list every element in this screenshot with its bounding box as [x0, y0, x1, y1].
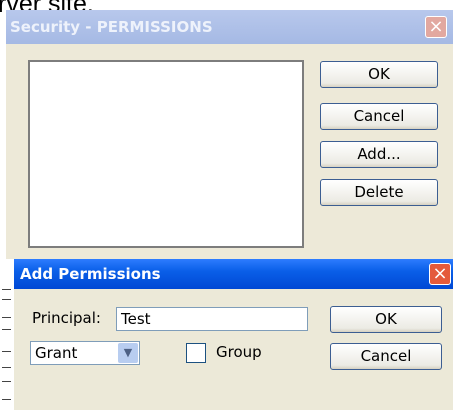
add-permissions-titlebar[interactable]: Add Permissions ×	[14, 259, 453, 289]
permissions-list[interactable]	[28, 60, 304, 248]
group-label: Group	[216, 343, 262, 361]
security-dialog-titlebar[interactable]: Security - PERMISSIONS ×	[6, 10, 453, 44]
background-window-edge	[0, 259, 14, 410]
add-permissions-dialog: Add Permissions × Principal: Test OK Gra…	[14, 259, 453, 410]
security-ok-button[interactable]: OK	[320, 61, 438, 88]
add-permissions-title: Add Permissions	[20, 265, 161, 283]
add-permissions-cancel-button[interactable]: Cancel	[330, 343, 442, 370]
grant-type-value: Grant	[35, 344, 78, 362]
chevron-down-icon[interactable]: ▼	[118, 343, 138, 363]
principal-input[interactable]: Test	[116, 307, 308, 331]
security-dialog-title: Security - PERMISSIONS	[10, 18, 213, 36]
security-delete-button[interactable]: Delete	[320, 179, 438, 206]
group-checkbox[interactable]	[186, 343, 206, 363]
security-cancel-button[interactable]: Cancel	[320, 103, 438, 130]
security-dialog-close-icon[interactable]: ×	[425, 16, 447, 38]
add-permissions-ok-button[interactable]: OK	[330, 306, 442, 333]
grant-type-select[interactable]: Grant ▼	[30, 341, 140, 365]
add-permissions-close-icon[interactable]: ×	[429, 263, 451, 285]
security-add-button[interactable]: Add...	[320, 141, 438, 168]
principal-label: Principal:	[32, 309, 101, 327]
